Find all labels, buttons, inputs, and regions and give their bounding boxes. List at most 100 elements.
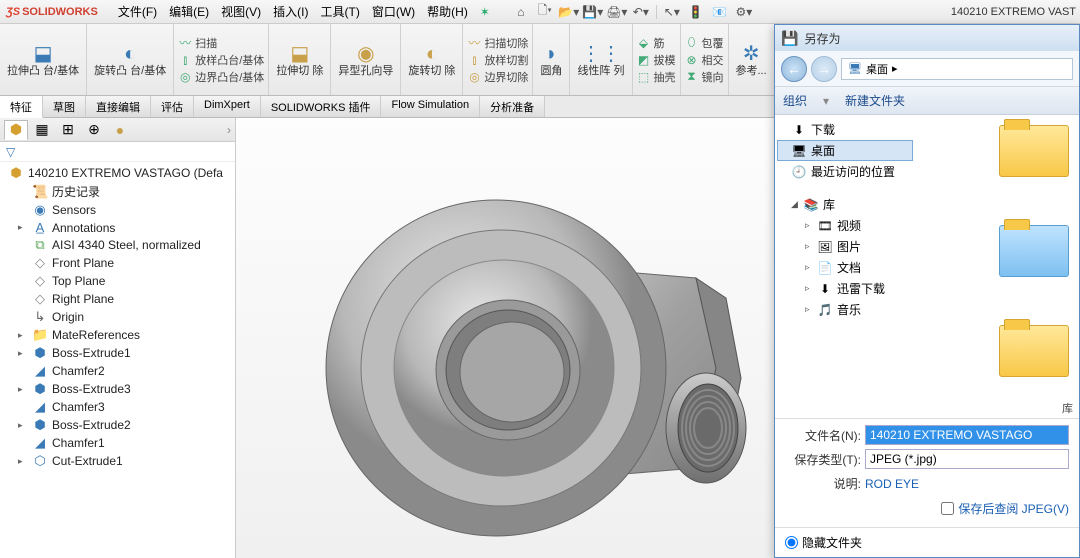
new-icon[interactable]: 🗋▾ xyxy=(534,3,556,21)
organize-button[interactable]: 组织 xyxy=(783,92,807,109)
menu-item[interactable]: 编辑(E) xyxy=(163,0,215,23)
menu-item[interactable]: 文件(F) xyxy=(112,0,163,23)
nav-tree-item[interactable]: ⬇下载 xyxy=(777,119,913,140)
chevron-down-icon: ◢ xyxy=(791,199,799,210)
tree-item[interactable]: ▸A̲Annotations xyxy=(0,219,235,236)
folder-item[interactable] xyxy=(999,225,1079,295)
path-breadcrumb[interactable]: 🖥 桌面 ▸ xyxy=(841,58,1073,80)
nav-item-icon: 🖥 xyxy=(791,144,807,158)
draft-button[interactable]: ◩拔模 xyxy=(637,52,676,68)
print-icon[interactable]: 🖨▾ xyxy=(606,3,628,21)
tree-item[interactable]: ◢Chamfer3 xyxy=(0,398,235,416)
menu-item[interactable]: 窗口(W) xyxy=(366,0,421,23)
tree-item[interactable]: ◉Sensors xyxy=(0,201,235,219)
nav-tree-item[interactable]: ▹📄文档 xyxy=(777,257,913,278)
desc-label: 说明: xyxy=(785,475,861,492)
menu-item[interactable]: 工具(T) xyxy=(315,0,366,23)
shell-button[interactable]: ⬚抽壳 xyxy=(637,69,676,85)
tree-item-icon: ⬢ xyxy=(32,345,48,361)
nav-tree-lib-header[interactable]: ◢📚库 xyxy=(777,194,913,215)
nav-back-button[interactable]: ← xyxy=(781,56,807,82)
tree-item[interactable]: ⧉AISI 4340 Steel, normalized xyxy=(0,236,235,254)
desc-value[interactable]: ROD EYE xyxy=(865,477,919,491)
cut-extrude-button[interactable]: ⬓拉伸切 除 xyxy=(273,42,326,78)
dim-tab[interactable]: ⊕ xyxy=(82,120,106,140)
tree-item[interactable]: ◇Top Plane xyxy=(0,272,235,290)
command-tab[interactable]: Flow Simulation xyxy=(381,96,480,117)
rib-button[interactable]: ⬙筋 xyxy=(637,35,676,51)
tree-item[interactable]: 📜历史记录 xyxy=(0,182,235,201)
cut-boundary-button[interactable]: ◎边界切除 xyxy=(467,69,528,85)
options-icon[interactable]: 📧 xyxy=(709,3,731,21)
filename-input[interactable] xyxy=(865,425,1069,445)
sweep-button[interactable]: 〰扫描 xyxy=(178,34,264,51)
hide-folders-radio[interactable]: 隐藏文件夹 xyxy=(785,534,862,551)
fillet-button[interactable]: ◗圆角 xyxy=(537,42,565,78)
folder-item[interactable] xyxy=(999,325,1079,395)
property-tab[interactable]: ▦ xyxy=(30,120,54,140)
config-tab[interactable]: ⊞ xyxy=(56,120,80,140)
command-tab[interactable]: 草图 xyxy=(43,96,86,117)
hole-wizard-button[interactable]: ◉异型孔向导 xyxy=(335,42,396,78)
nav-tree-item[interactable]: 🕘最近访问的位置 xyxy=(777,161,913,182)
menu-item[interactable]: 帮助(H) xyxy=(421,0,474,23)
tree-item[interactable]: ▸⬢Boss-Extrude2 xyxy=(0,416,235,434)
nav-tree-item[interactable]: ▹🖼图片 xyxy=(777,236,913,257)
select-icon[interactable]: ↖▾ xyxy=(661,3,683,21)
rebuild-icon[interactable]: 🚦 xyxy=(685,3,707,21)
filter-bar[interactable]: ▽ xyxy=(0,142,235,162)
pin-icon[interactable]: ✶ xyxy=(474,3,496,21)
loft-button[interactable]: ⫾放样凸台/基体 xyxy=(178,52,264,68)
panel-expand-icon[interactable]: › xyxy=(227,123,231,137)
command-tab[interactable]: DimXpert xyxy=(194,96,261,117)
home-icon[interactable]: ⌂ xyxy=(510,3,532,21)
nav-tree-item[interactable]: ▹🎞视频 xyxy=(777,215,913,236)
cut-sweep-button[interactable]: 〰扫描切除 xyxy=(467,34,528,51)
feature-tree-tab[interactable]: ⬢ xyxy=(4,120,28,140)
tree-item[interactable]: ◢Chamfer1 xyxy=(0,434,235,452)
command-tab[interactable]: 评估 xyxy=(151,96,194,117)
open-icon[interactable]: 📂▾ xyxy=(558,3,580,21)
wrap-button[interactable]: ⬯包覆 xyxy=(685,35,724,51)
tree-item[interactable]: ▸📁MateReferences xyxy=(0,326,235,344)
nav-tree-item[interactable]: 🖥桌面 xyxy=(777,140,913,161)
tree-item[interactable]: ▸⬡Cut-Extrude1 xyxy=(0,452,235,470)
nav-tree-item[interactable]: ▹⬇迅雷下载 xyxy=(777,278,913,299)
mirror-button[interactable]: ⧗镜向 xyxy=(685,69,724,85)
command-tab[interactable]: 直接编辑 xyxy=(86,96,151,117)
menu-item[interactable]: 插入(I) xyxy=(267,0,314,23)
settings-icon[interactable]: ⚙▾ xyxy=(733,3,755,21)
command-tab[interactable]: 分析准备 xyxy=(480,96,545,117)
menu-item[interactable]: 视图(V) xyxy=(215,0,267,23)
tree-item[interactable]: ◇Front Plane xyxy=(0,254,235,272)
nav-forward-button[interactable]: → xyxy=(811,56,837,82)
save-icon[interactable]: 💾▾ xyxy=(582,3,604,21)
review-check-input[interactable] xyxy=(941,502,954,515)
tree-item[interactable]: ◇Right Plane xyxy=(0,290,235,308)
display-tab[interactable]: ● xyxy=(108,120,132,140)
tree-item[interactable]: ▸⬢Boss-Extrude3 xyxy=(0,380,235,398)
new-folder-button[interactable]: 新建文件夹 xyxy=(845,92,905,109)
linear-pattern-button[interactable]: ⋮⋮线性阵 列 xyxy=(574,42,627,78)
tree-item[interactable]: ↳Origin xyxy=(0,308,235,326)
boundary-button[interactable]: ◎边界凸台/基体 xyxy=(178,69,264,85)
command-tab[interactable]: 特征 xyxy=(0,96,43,118)
tree-item[interactable]: ▸⬢Boss-Extrude1 xyxy=(0,344,235,362)
tree-item-icon: 📁 xyxy=(32,327,48,343)
review-checkbox[interactable]: 保存后查阅 JPEG(V) xyxy=(941,500,1069,517)
revolve-boss-button[interactable]: ◐旋转凸 台/基体 xyxy=(91,42,169,78)
savetype-select[interactable] xyxy=(865,449,1069,469)
nav-tree-item[interactable]: ▹🎵音乐 xyxy=(777,299,913,320)
hide-folders-input[interactable] xyxy=(785,536,798,549)
folder-item[interactable] xyxy=(999,125,1079,195)
cut-revolve-button[interactable]: ◐旋转切 除 xyxy=(405,42,458,78)
undo-icon[interactable]: ↶▾ xyxy=(630,3,652,21)
intersect-button[interactable]: ⊗相交 xyxy=(685,52,724,68)
cut-loft-button[interactable]: ⫾放样切割 xyxy=(467,52,528,68)
tree-root[interactable]: ⬢ 140210 EXTREMO VASTAGO (Defa xyxy=(0,164,235,182)
folder-view[interactable]: 库 xyxy=(915,115,1079,418)
tree-item[interactable]: ◢Chamfer2 xyxy=(0,362,235,380)
ref-geom-button[interactable]: ✲参考... xyxy=(733,42,770,78)
command-tab[interactable]: SOLIDWORKS 插件 xyxy=(261,96,382,117)
extrude-boss-button[interactable]: ⬓拉伸凸 台/基体 xyxy=(4,42,82,78)
